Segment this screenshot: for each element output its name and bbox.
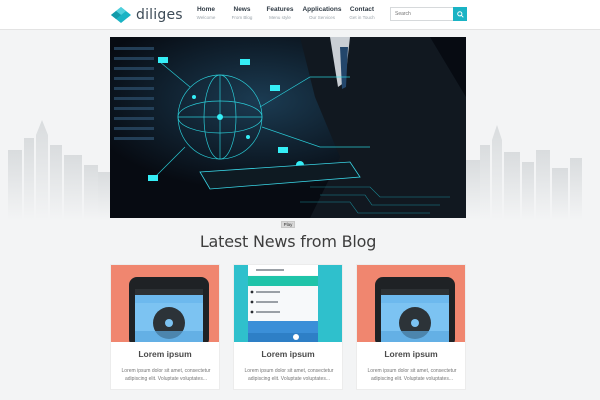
nav-subtitle: Get in Touch <box>349 15 375 20</box>
nav-title: Applications <box>302 6 342 13</box>
hero-slider-image[interactable] <box>110 37 466 218</box>
diamond-logo-icon <box>111 7 131 23</box>
phone-illustration <box>375 277 455 342</box>
news-card[interactable]: Lorem ipsum Lorem ipsum dolor sit amet, … <box>356 264 466 390</box>
card-excerpt: Lorem ipsum dolor sit amet, consectetur … <box>244 368 334 382</box>
site-header: diliges Home Welcome News From Blog Feat… <box>0 0 600 30</box>
main-nav: Home Welcome News From Blog Features Men… <box>190 6 378 21</box>
nav-title: Contact <box>349 6 375 13</box>
hero-illustration <box>110 37 466 218</box>
play-button[interactable]: Play <box>281 221 295 228</box>
nav-subtitle: Menu style <box>269 15 291 20</box>
card-title[interactable]: Lorem ipsum <box>357 349 465 359</box>
news-card[interactable]: Lorem ipsum Lorem ipsum dolor sit amet, … <box>233 264 343 390</box>
search-box <box>390 7 467 21</box>
nav-item-features[interactable]: Features Menu style <box>264 6 296 21</box>
nav-item-contact[interactable]: Contact Get in Touch <box>346 6 378 21</box>
phone-menu-illustration <box>234 265 342 342</box>
brand-name: diliges <box>136 7 183 23</box>
nav-subtitle: From Blog <box>231 15 253 20</box>
nav-title: News <box>233 6 251 13</box>
card-excerpt: Lorem ipsum dolor sit amet, consectetur … <box>121 368 211 382</box>
nav-subtitle: Our Services <box>308 15 335 20</box>
card-image[interactable] <box>111 265 219 342</box>
card-excerpt: Lorem ipsum dolor sit amet, consectetur … <box>367 368 457 382</box>
nav-title: Features <box>266 6 294 13</box>
search-icon <box>456 10 464 18</box>
logo[interactable]: diliges <box>110 5 183 25</box>
search-input[interactable] <box>390 7 453 21</box>
nav-item-news[interactable]: News From Blog <box>226 6 258 21</box>
nav-item-home[interactable]: Home Welcome <box>190 6 222 21</box>
card-image[interactable] <box>357 265 465 342</box>
nav-item-applications[interactable]: Applications Our Services <box>302 6 342 21</box>
phone-illustration <box>129 277 209 342</box>
section-title: Latest News from Blog <box>199 232 377 251</box>
nav-subtitle: Welcome <box>196 15 216 20</box>
card-title[interactable]: Lorem ipsum <box>234 349 342 359</box>
news-card[interactable]: Lorem ipsum Lorem ipsum dolor sit amet, … <box>110 264 220 390</box>
card-title[interactable]: Lorem ipsum <box>111 349 219 359</box>
nav-title: Home <box>196 6 216 13</box>
card-image[interactable] <box>234 265 342 342</box>
search-button[interactable] <box>453 7 467 21</box>
